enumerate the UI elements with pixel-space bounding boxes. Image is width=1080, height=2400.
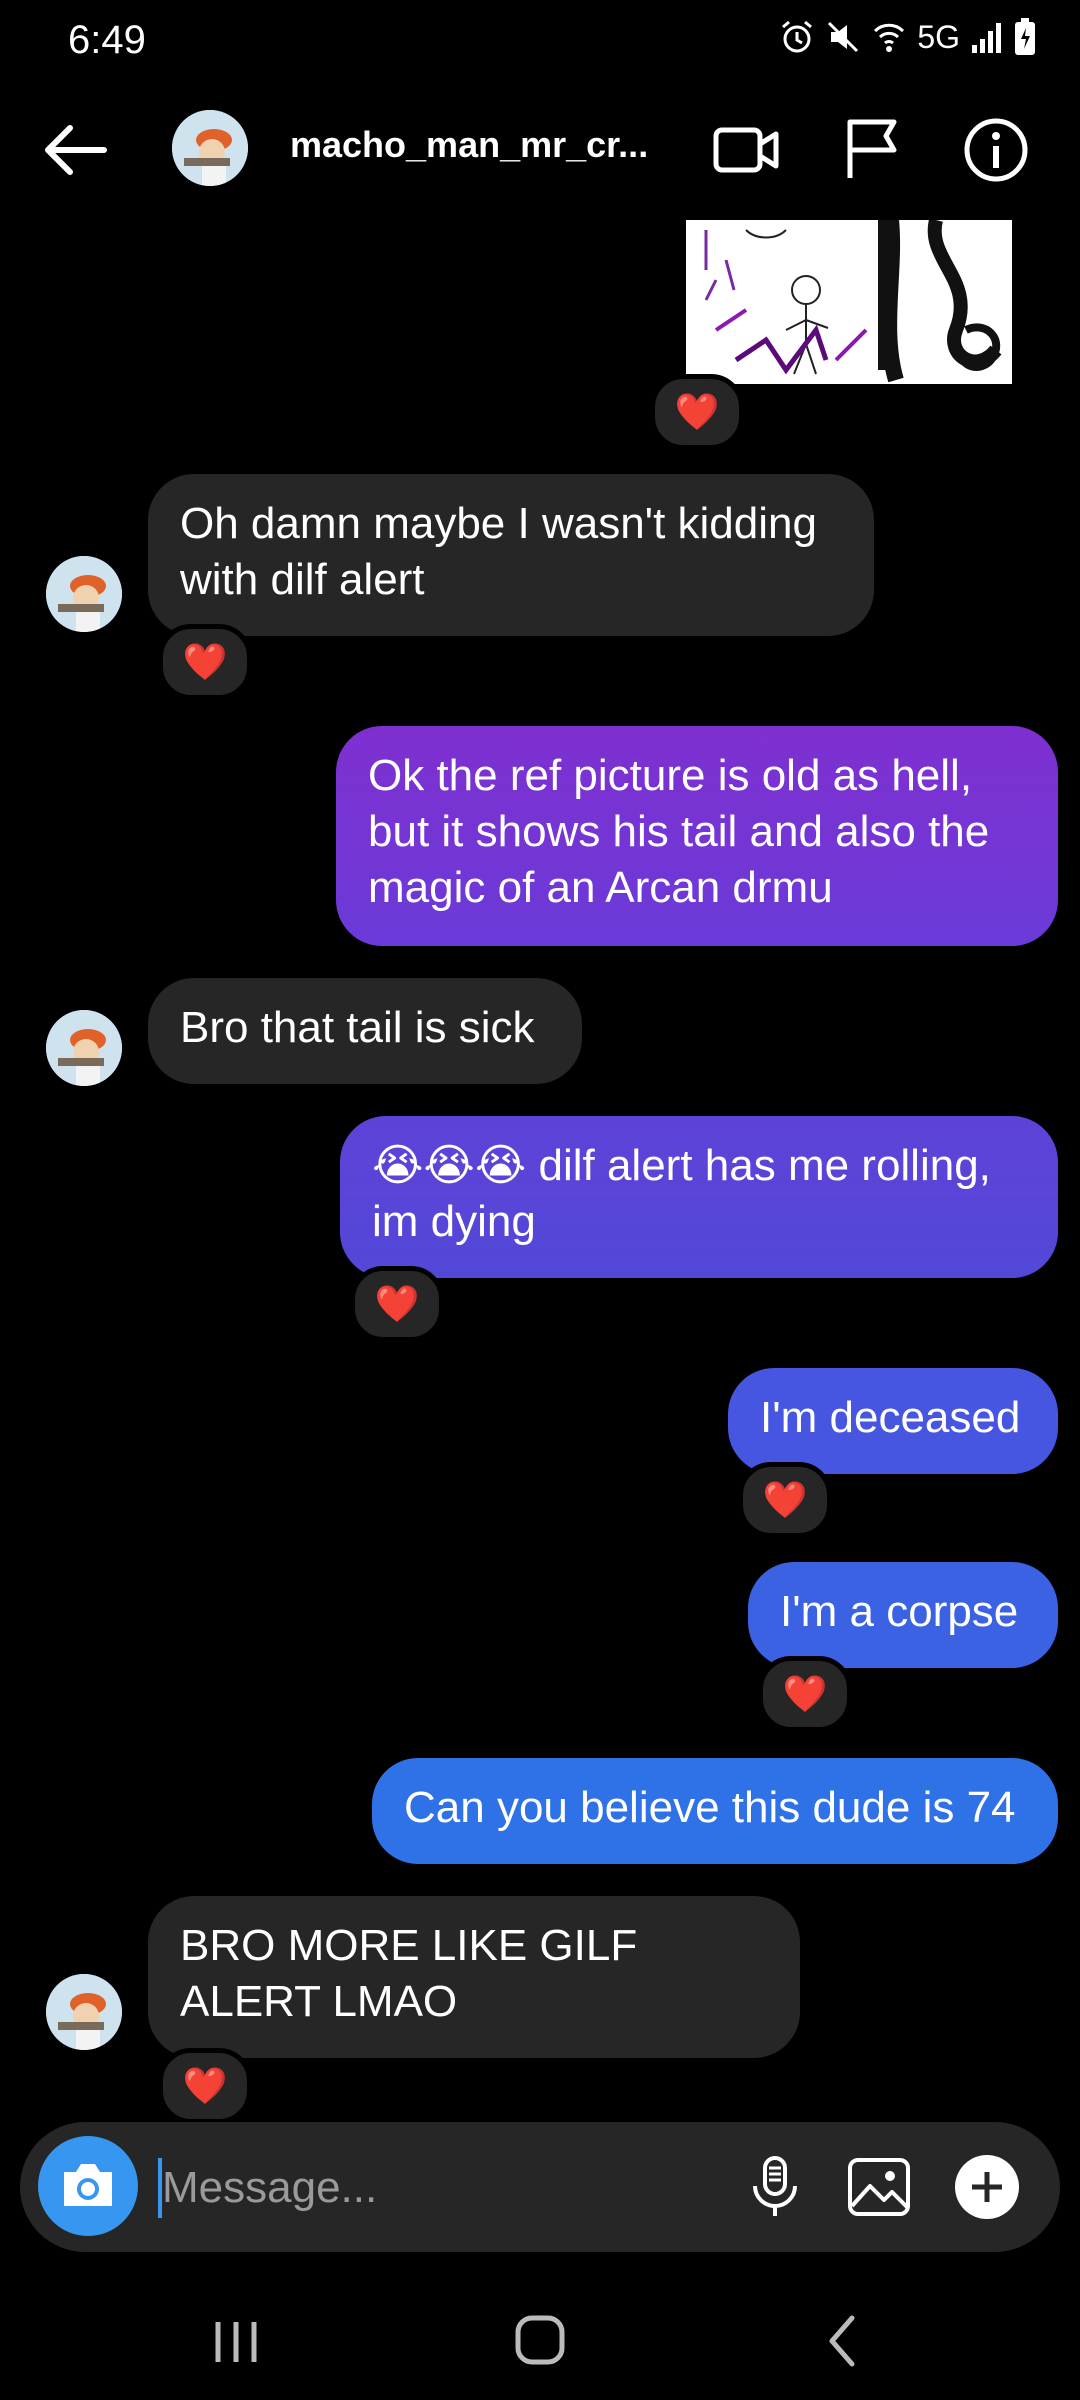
camera-button[interactable] [38,2136,138,2236]
system-nav-bar [0,2280,1080,2400]
info-icon[interactable] [960,114,1032,186]
home-icon[interactable] [500,2306,580,2376]
mute-icon [828,21,859,53]
chat-username[interactable]: macho_man_mr_cr... [290,124,648,166]
incoming-message[interactable]: BRO MORE LIKE GILF ALERT LMAO [148,1896,800,2058]
battery-icon [1015,18,1035,55]
status-bar: 6:49 5G [0,0,1080,88]
outgoing-message[interactable]: I'm deceased [728,1368,1058,1474]
message-avatar[interactable] [46,556,122,632]
status-icons: 5G [779,18,1036,56]
reaction-badge[interactable]: ❤️ [650,374,744,450]
outgoing-message[interactable]: Ok the ref picture is old as hell, but i… [336,726,1058,946]
video-call-icon[interactable] [710,114,782,186]
incoming-message[interactable]: Oh damn maybe I wasn't kidding with dilf… [148,474,874,636]
status-time: 6:49 [68,18,146,62]
reaction-badge[interactable]: ❤️ [758,1656,852,1732]
header-avatar[interactable] [172,110,248,186]
emoji-text: 😭😭😭 [372,1141,527,1190]
message-composer [20,2122,1060,2252]
wifi-icon [874,23,905,52]
back-nav-icon[interactable] [804,2306,884,2376]
incoming-message[interactable]: Bro that tail is sick [148,978,582,1084]
reaction-badge[interactable]: ❤️ [158,2048,252,2124]
outgoing-message[interactable]: Can you believe this dude is 74 [372,1758,1058,1864]
message-input[interactable] [160,2152,724,2224]
back-arrow-icon[interactable] [40,120,110,180]
recents-icon[interactable] [196,2306,276,2376]
shared-image[interactable] [686,220,1012,384]
chat-header: macho_man_mr_cr... [0,100,1080,200]
outgoing-message[interactable]: 😭😭😭 dilf alert has me rolling, im dying [340,1116,1058,1278]
reaction-badge[interactable]: ❤️ [738,1462,832,1538]
network-type: 5G [917,18,960,55]
outgoing-message[interactable]: I'm a corpse [748,1562,1058,1668]
flag-icon[interactable] [836,114,908,186]
plus-icon[interactable] [948,2148,1026,2226]
camera-icon [64,2164,112,2206]
alarm-icon [782,20,813,53]
message-avatar[interactable] [46,1974,122,2050]
microphone-icon[interactable] [740,2152,810,2222]
message-avatar[interactable] [46,1010,122,1086]
reaction-badge[interactable]: ❤️ [158,624,252,700]
reaction-badge[interactable]: ❤️ [350,1266,444,1342]
gallery-icon[interactable] [844,2152,914,2222]
signal-icon [972,23,1001,53]
